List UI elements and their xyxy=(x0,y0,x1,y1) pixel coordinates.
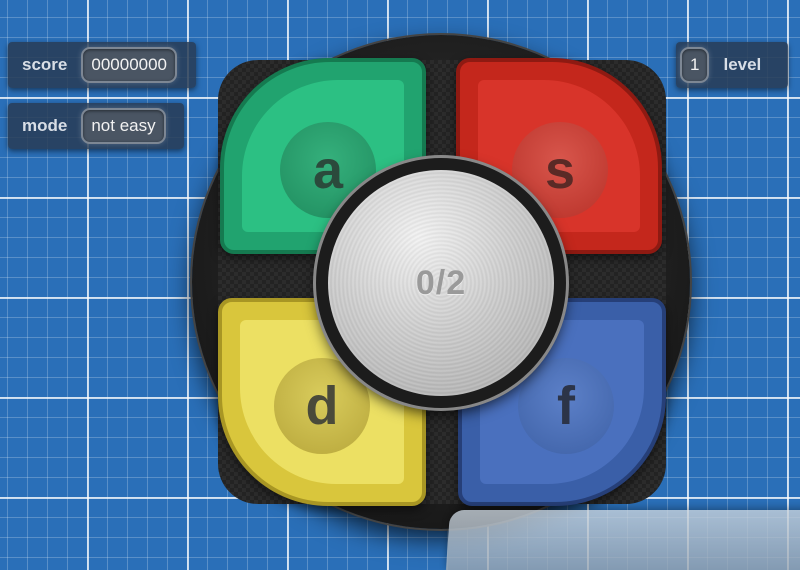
level-value: 1 xyxy=(680,47,710,83)
mode-label: mode xyxy=(22,116,68,135)
score-panel: score 00000000 xyxy=(8,42,196,88)
bottom-panel xyxy=(445,510,800,570)
key-f-label: f xyxy=(518,358,614,454)
level-label: level xyxy=(723,55,762,74)
center-button[interactable]: 0/2 xyxy=(328,170,554,396)
score-label: score xyxy=(22,55,68,74)
score-value: 00000000 xyxy=(81,47,178,83)
mode-value[interactable]: not easy xyxy=(81,108,166,144)
level-panel: 1 level xyxy=(676,42,788,88)
sequence-progress: 0/2 xyxy=(415,263,467,302)
mode-panel: mode not easy xyxy=(8,103,184,149)
